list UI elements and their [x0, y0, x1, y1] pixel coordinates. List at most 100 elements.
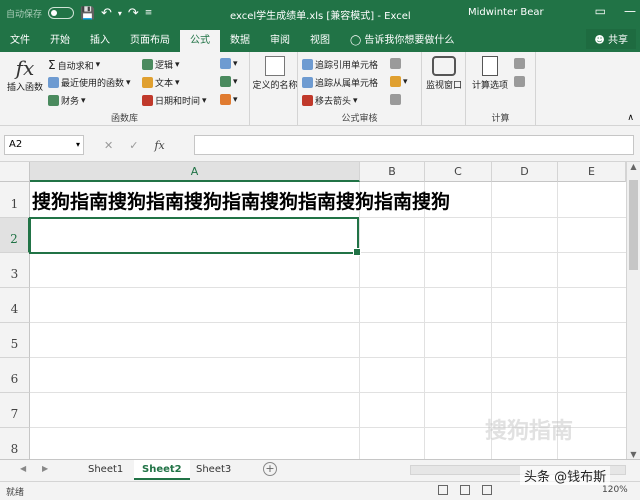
worksheet-grid[interactable]: A B C D E 1 2 3 4 5 6 7 8 搜狗指南搜狗指南搜狗指南搜狗…: [0, 162, 626, 459]
show-formulas-button[interactable]: [390, 58, 401, 69]
select-all-corner[interactable]: [0, 162, 30, 182]
calc-now-button[interactable]: [514, 58, 525, 69]
function-library-label: 函数库: [110, 114, 138, 124]
add-sheet-icon[interactable]: +: [263, 462, 277, 476]
tab-home[interactable]: 开始: [40, 30, 80, 52]
page-layout-icon[interactable]: [460, 485, 470, 495]
autosave-toggle[interactable]: [48, 7, 75, 19]
collapse-ribbon-icon[interactable]: ∧: [627, 113, 634, 123]
row-header-3[interactable]: 3: [0, 253, 30, 288]
row-header-4[interactable]: 4: [0, 288, 30, 323]
cancel-icon[interactable]: ✕: [104, 139, 113, 152]
financial-button[interactable]: 财务 ▾: [48, 94, 86, 107]
calculation-group: 计算选项 计算: [466, 52, 536, 126]
selected-cell-a2[interactable]: [29, 217, 361, 256]
row-header-7[interactable]: 7: [0, 393, 30, 428]
tab-data[interactable]: 数据: [220, 30, 260, 52]
tell-me-box[interactable]: ◯ 告诉我你想要做什么: [350, 30, 454, 52]
calc-options-label: 计算选项: [471, 81, 508, 91]
tab-page-layout[interactable]: 页面布局: [120, 30, 180, 52]
undo-icon[interactable]: ↶: [101, 6, 112, 21]
formula-auditing-group: 追踪引用单元格 追踪从属单元格 移去箭头 ▾ ▾ 公式审核: [298, 52, 422, 126]
customize-icon[interactable]: ≡: [145, 8, 153, 18]
column-header-c[interactable]: C: [425, 162, 492, 182]
tab-review[interactable]: 审阅: [260, 30, 300, 52]
user-name[interactable]: Midwinter Bear: [468, 7, 544, 18]
save-icon[interactable]: 💾: [80, 6, 95, 20]
ribbon-display-icon[interactable]: ▭: [595, 4, 606, 18]
lookup-button[interactable]: ▾: [220, 58, 238, 69]
formula-input[interactable]: [194, 135, 634, 155]
sheet-tab-2[interactable]: Sheet2: [134, 460, 190, 480]
calc-options-button[interactable]: 计算选项: [470, 56, 510, 91]
prev-sheet-icon[interactable]: ◀: [20, 464, 26, 473]
insert-function-icon[interactable]: fx: [154, 139, 164, 152]
trace-icon: [302, 59, 313, 70]
minimize-icon[interactable]: —: [624, 4, 636, 18]
more-functions-button[interactable]: ▾: [220, 94, 238, 105]
trace-dependents-label: 追踪从属单元格: [315, 79, 379, 89]
evaluate-formula-button[interactable]: [390, 94, 401, 105]
watch-window-group: 监视窗口: [422, 52, 466, 126]
name-box[interactable]: A2 ▾: [4, 135, 84, 155]
tab-formulas[interactable]: 公式: [180, 30, 220, 52]
zoom-level[interactable]: 120%: [602, 485, 628, 495]
error-check-button[interactable]: ▾: [390, 76, 408, 87]
calculation-label: 计算: [491, 114, 510, 124]
autosum-button[interactable]: Σ 自动求和 ▾: [48, 58, 100, 72]
tab-view[interactable]: 视图: [300, 30, 340, 52]
logical-button[interactable]: 逻辑 ▾: [142, 58, 180, 71]
row-header-1[interactable]: 1: [0, 182, 30, 218]
trace-dep-icon: [302, 77, 313, 88]
row-header-8[interactable]: 8: [0, 428, 30, 459]
gridline: [30, 357, 626, 358]
chevron-down-icon[interactable]: ▾: [76, 136, 80, 154]
scroll-up-icon[interactable]: ▲: [627, 162, 640, 171]
dropdown-icon[interactable]: ▾: [118, 9, 122, 18]
recent-functions-button[interactable]: 最近使用的函数 ▾: [48, 76, 131, 89]
remove-arrows-button[interactable]: 移去箭头 ▾: [302, 94, 358, 107]
cell-a1[interactable]: 搜狗指南搜狗指南搜狗指南搜狗指南搜狗指南搜狗: [32, 186, 626, 218]
trace-dependents-button[interactable]: 追踪从属单元格: [302, 76, 378, 89]
show-formulas-icon: [390, 58, 401, 69]
column-header-b[interactable]: B: [360, 162, 425, 182]
trace-precedents-button[interactable]: 追踪引用单元格: [302, 58, 378, 71]
datetime-button[interactable]: 日期和时间 ▾: [142, 94, 207, 107]
gridline: [359, 182, 360, 459]
error-check-icon: [390, 76, 401, 87]
math-button[interactable]: ▾: [220, 76, 238, 87]
column-header-e[interactable]: E: [558, 162, 626, 182]
calendar-icon: [142, 95, 153, 106]
vertical-scrollbar[interactable]: ▲ ▼: [626, 162, 640, 459]
row-header-6[interactable]: 6: [0, 358, 30, 393]
share-button[interactable]: ☻ 共享: [586, 29, 636, 49]
scroll-thumb[interactable]: [629, 180, 638, 270]
math-icon: [220, 76, 231, 87]
calc-sheet-button[interactable]: [514, 76, 525, 87]
tab-file[interactable]: 文件: [0, 30, 40, 52]
toutiao-watermark: 头条 @钱布斯: [520, 466, 611, 485]
gridline: [424, 182, 425, 459]
define-name-button[interactable]: 定义的名称: [252, 56, 298, 91]
autosum-label: 自动求和: [57, 61, 94, 72]
normal-view-icon[interactable]: [438, 485, 448, 495]
insert-function-button[interactable]: fx 插入函数: [4, 56, 46, 93]
redo-icon[interactable]: ↷: [128, 6, 139, 21]
column-header-a[interactable]: A: [30, 162, 360, 182]
tab-insert[interactable]: 插入: [80, 30, 120, 52]
scroll-down-icon[interactable]: ▼: [627, 450, 640, 459]
ribbon-tabs: 文件 开始 插入 页面布局 公式 数据 审阅 视图 ◯ 告诉我你想要做什么 ☻ …: [0, 26, 640, 52]
row-header-2[interactable]: 2: [0, 218, 30, 253]
column-header-d[interactable]: D: [492, 162, 558, 182]
enter-icon[interactable]: ✓: [129, 139, 138, 152]
row-header-5[interactable]: 5: [0, 323, 30, 358]
watch-window-label: 监视窗口: [425, 81, 462, 91]
sheet-tab-3[interactable]: Sheet3: [188, 460, 239, 480]
watch-window-button[interactable]: 监视窗口: [422, 56, 466, 91]
next-sheet-icon[interactable]: ▶: [42, 464, 48, 473]
formula-buttons: ✕ ✓ fx: [104, 135, 192, 155]
text-button[interactable]: 文本 ▾: [142, 76, 180, 89]
sheet-tab-1[interactable]: Sheet1: [80, 460, 131, 480]
person-icon: ☻: [594, 35, 605, 46]
page-break-icon[interactable]: [482, 485, 492, 495]
